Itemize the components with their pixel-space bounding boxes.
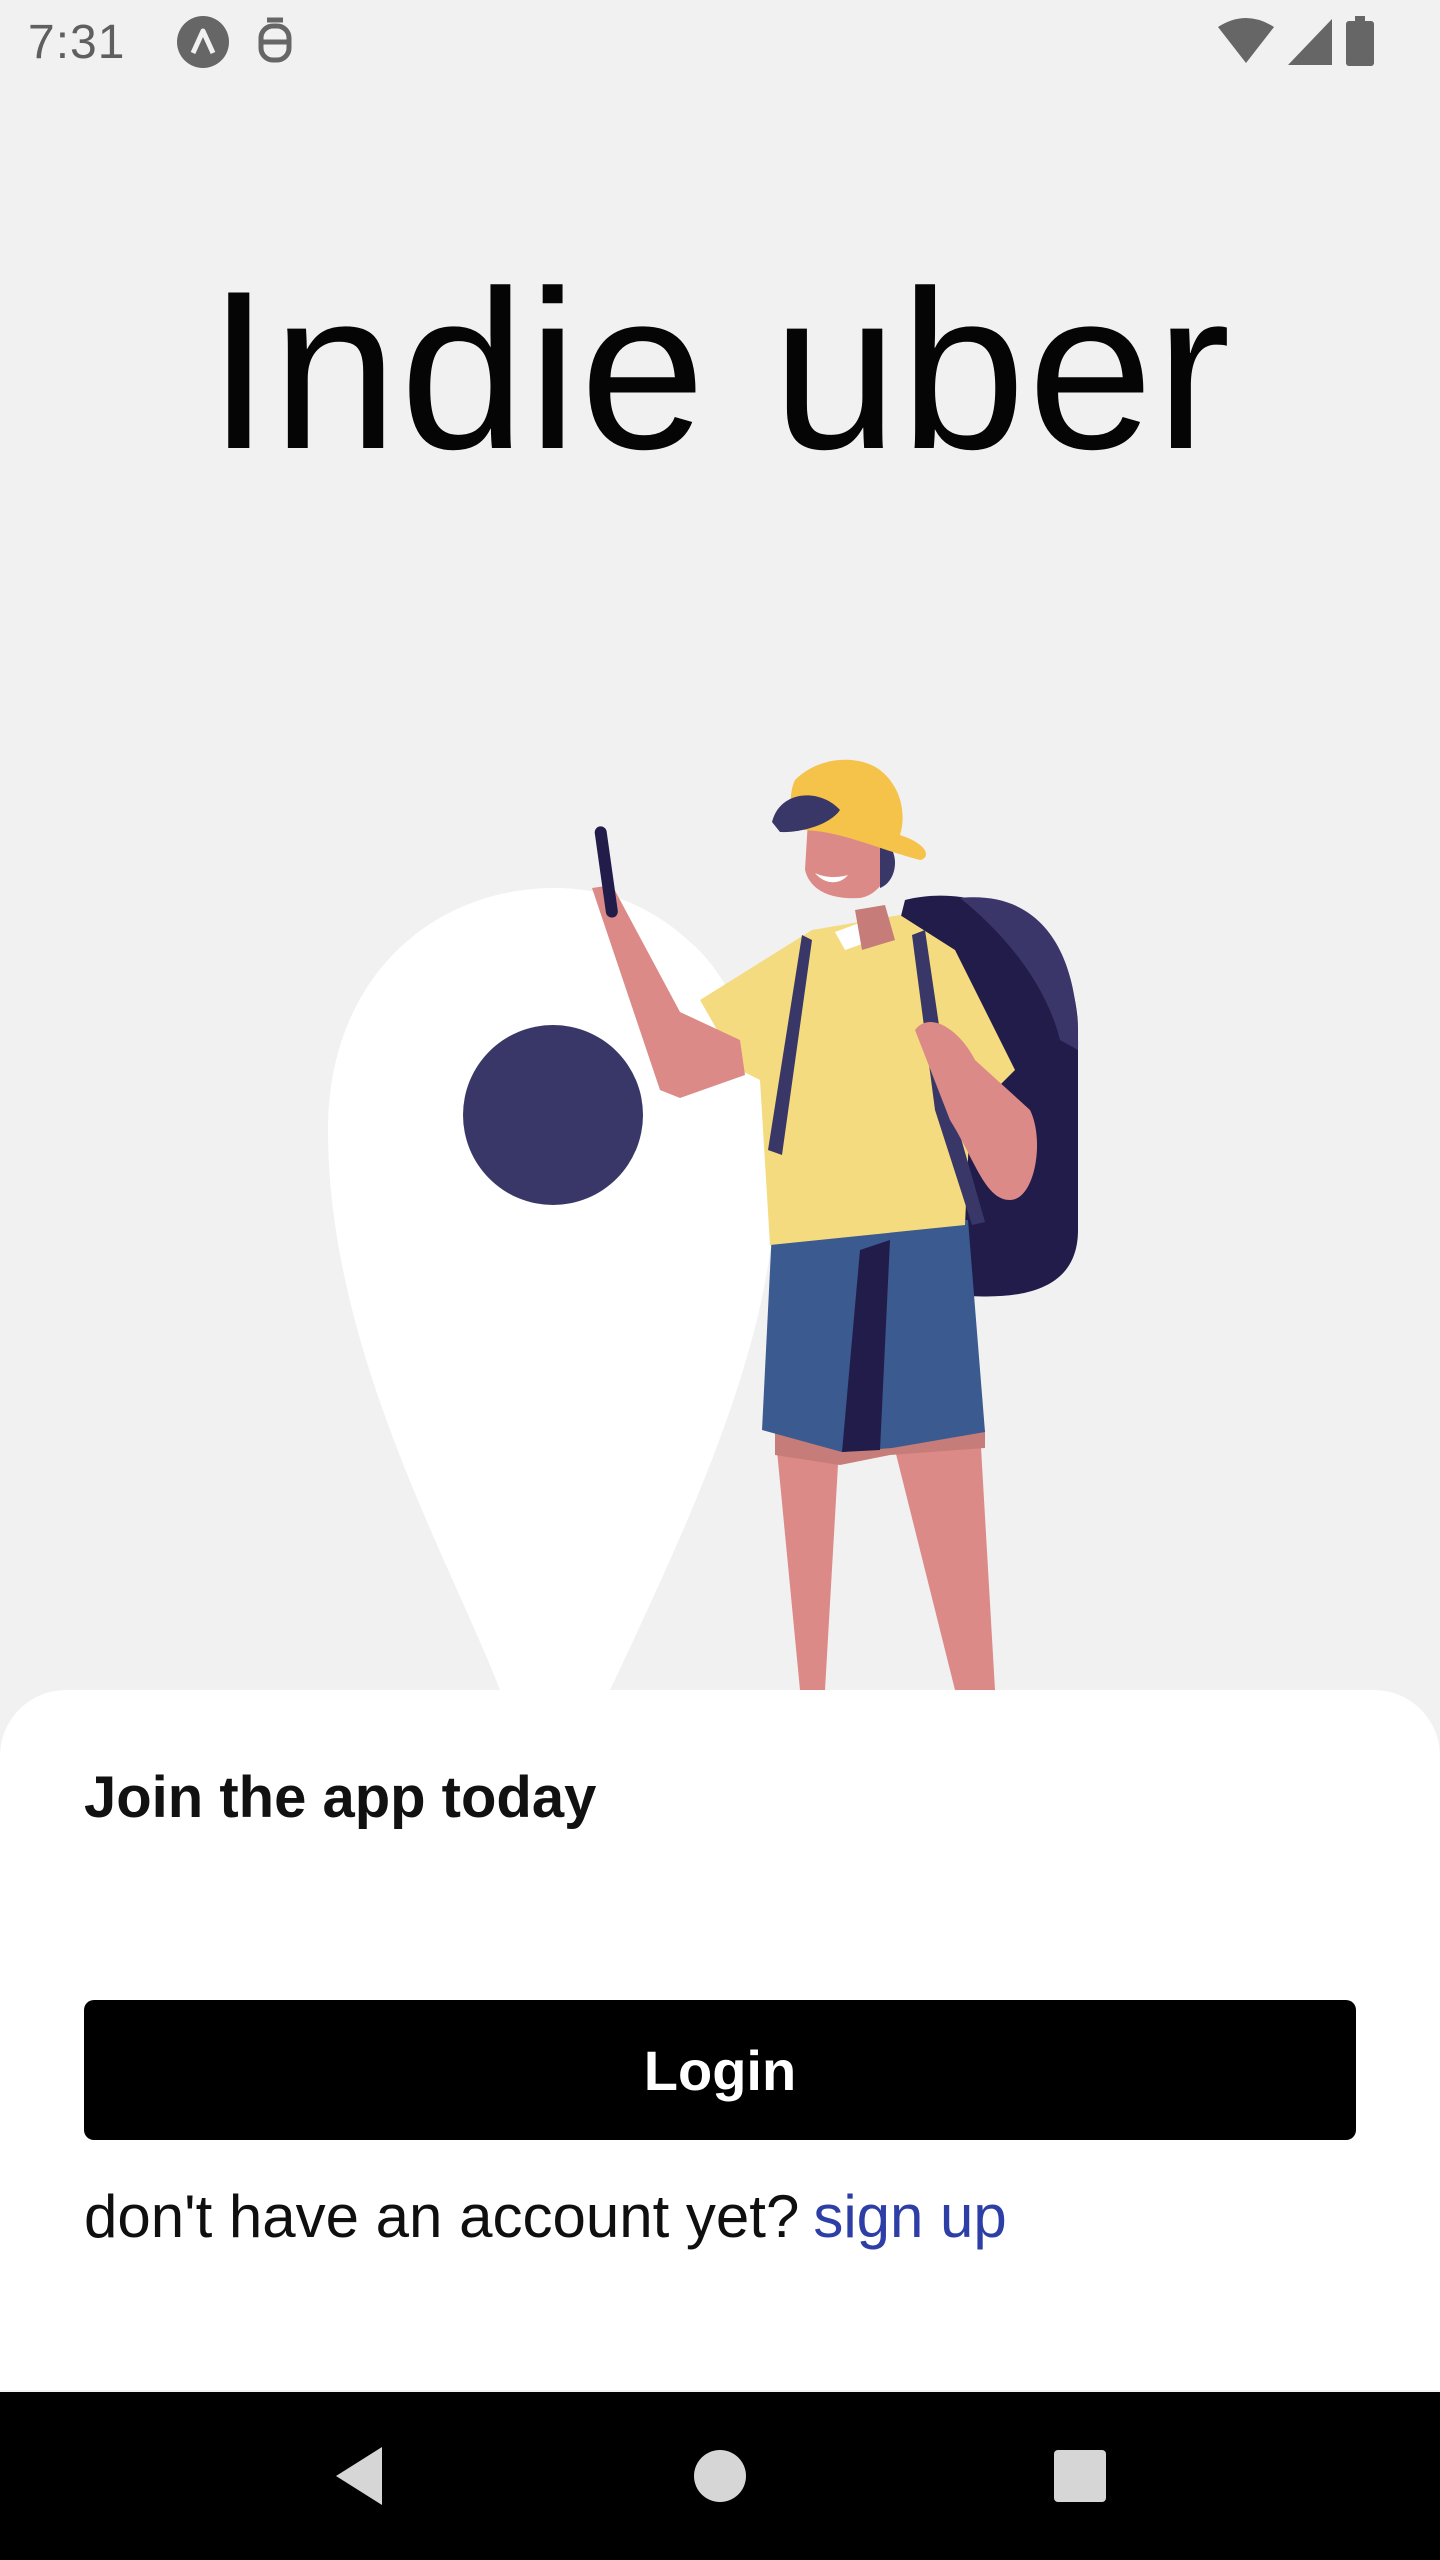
sheet-title: Join the app today — [84, 1765, 597, 1830]
recents-button[interactable] — [1020, 2416, 1140, 2536]
status-time: 7:31 — [28, 15, 126, 69]
back-button[interactable] — [300, 2416, 420, 2536]
wifi-icon — [1218, 18, 1274, 63]
screen: 7:31 Indie uber Join the app today Login… — [0, 0, 1440, 2560]
status-bar: 7:31 — [0, 0, 1440, 84]
signup-row: don't have an account yet? sign up — [84, 2182, 1007, 2251]
signup-prompt: don't have an account yet? — [84, 2183, 800, 2250]
bottom-sheet: Join the app today Login don't have an a… — [0, 1690, 1440, 2390]
location-pin-dot — [463, 1025, 643, 1205]
home-icon — [694, 2450, 746, 2502]
back-icon — [336, 2447, 382, 2505]
accessibility-icon — [253, 16, 297, 68]
battery-icon — [1346, 16, 1374, 66]
login-button[interactable]: Login — [84, 2000, 1356, 2140]
app-notification-icon — [177, 16, 230, 68]
signal-icon — [1288, 19, 1332, 65]
recents-icon — [1054, 2450, 1106, 2502]
home-button[interactable] — [660, 2416, 780, 2536]
traveler-illustration — [328, 759, 1079, 1690]
app-title: Indie uber — [207, 243, 1233, 496]
status-right-icons — [1218, 16, 1374, 66]
signup-link[interactable]: sign up — [813, 2183, 1006, 2250]
navigation-bar — [0, 2392, 1440, 2560]
